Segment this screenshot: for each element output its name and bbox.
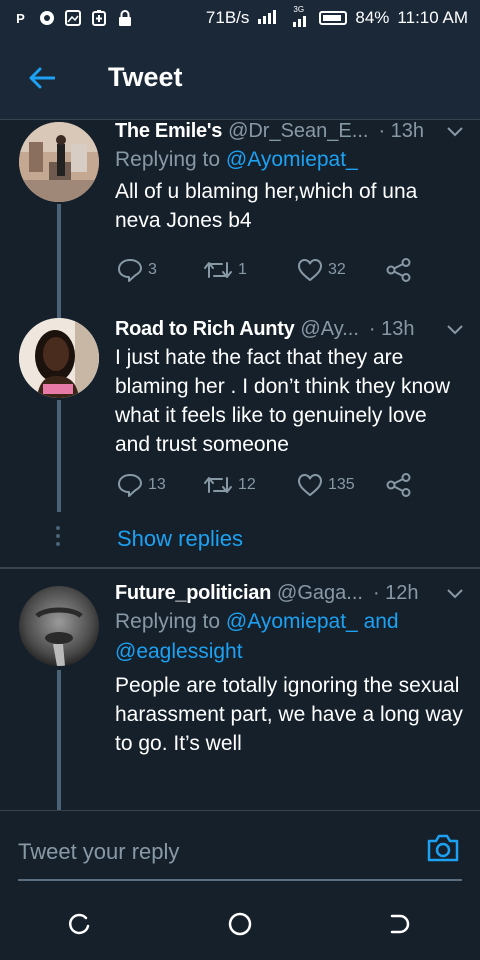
thread-line (57, 670, 61, 810)
like-button[interactable]: 32 (297, 258, 346, 282)
like-count: 32 (328, 261, 346, 278)
camera-icon (427, 834, 459, 862)
share-button[interactable] (386, 258, 412, 282)
share-button[interactable] (386, 473, 412, 497)
page-title: Tweet (108, 62, 183, 92)
share-icon (386, 258, 411, 282)
tweet-actions: 3 1 32 (115, 255, 435, 285)
display-name[interactable]: Road to Rich Aunty (115, 318, 295, 341)
reply-feed[interactable]: The Emile's @Dr_Sean_E... · 13h Replying… (0, 120, 480, 810)
chevron-down-icon[interactable] (436, 588, 464, 600)
home-button[interactable] (220, 904, 260, 944)
show-replies-link[interactable]: Show replies (117, 526, 243, 552)
retweet-icon (204, 262, 232, 278)
retweet-count: 1 (238, 261, 247, 278)
tweet-content: Road to Rich Aunty @Ay... · 13h I just h… (115, 318, 464, 459)
battery-icon (319, 11, 348, 25)
timestamp: · 13h (378, 120, 425, 142)
reply-count: 3 (148, 261, 157, 278)
app-header: Tweet (0, 36, 480, 120)
chevron-down-icon[interactable] (436, 324, 464, 336)
comment-icon (118, 474, 142, 497)
network-speed: 71B/s (205, 8, 250, 27)
timestamp: · 13h (368, 318, 415, 340)
mention-link[interactable]: @Ayomiepat_ (226, 148, 358, 171)
chrome-icon (38, 10, 55, 27)
reply-composer: Tweet your reply (0, 810, 480, 888)
chevron-down-icon[interactable] (436, 126, 464, 138)
ellipsis-vertical-icon (56, 526, 62, 550)
avatar[interactable] (19, 318, 99, 398)
recent-apps-button[interactable] (60, 904, 100, 944)
replying-to: Replying to @Ayomiepat_ and @eaglessight (115, 610, 399, 663)
tweet-actions: 13 12 135 (115, 470, 435, 500)
arrow-left-icon (29, 67, 55, 88)
share-icon (386, 473, 411, 497)
battery-saver-icon (90, 10, 107, 27)
reply-button[interactable]: 3 (117, 258, 157, 282)
tweet-text: All of u blaming her,which of una neva J… (115, 180, 418, 232)
like-button[interactable]: 135 (297, 473, 355, 497)
retweet-button[interactable]: 12 (203, 474, 256, 496)
divider (0, 567, 480, 569)
image-icon (64, 10, 81, 27)
reply-input[interactable]: Tweet your reply (18, 839, 179, 865)
user-handle[interactable]: @Ay... (300, 318, 358, 341)
retweet-button[interactable]: 1 (203, 259, 247, 281)
notification-p-icon: P (16, 10, 25, 26)
tweet-text: I just hate the fact that they are blami… (115, 346, 451, 456)
tweet-content: The Emile's @Dr_Sean_E... · 13h Replying… (115, 120, 464, 235)
back-nav-button[interactable] (380, 904, 420, 944)
user-handle[interactable]: @Dr_Sean_E... (228, 120, 368, 143)
recent-apps-icon (68, 913, 90, 935)
heart-icon (298, 474, 322, 496)
home-circle-icon (228, 912, 252, 936)
user-handle[interactable]: @Gaga... (277, 582, 363, 605)
replying-to: Replying to @Ayomiepat_ (115, 148, 358, 171)
display-name[interactable]: The Emile's (115, 120, 222, 143)
reply-input-underline (18, 879, 462, 881)
system-nav-bar (0, 888, 480, 960)
battery-percent: 84% (355, 8, 390, 27)
display-name[interactable]: Future_politician (115, 582, 271, 605)
retweet-icon (204, 477, 232, 493)
tweet-content: Future_politician @Gaga... · 12h Replyin… (115, 582, 464, 758)
camera-button[interactable] (426, 833, 460, 867)
signal-3g-icon: 3G (291, 5, 311, 27)
thread-line (57, 204, 61, 324)
clock: 11:10 AM (397, 8, 468, 27)
avatar[interactable] (19, 586, 99, 666)
like-count: 135 (328, 476, 355, 493)
avatar[interactable] (19, 122, 99, 202)
heart-icon (298, 259, 322, 281)
timestamp: · 12h (372, 582, 419, 604)
status-bar: P 71B/s 3G 84% 11:10 AM (0, 0, 480, 36)
lock-icon (116, 10, 133, 27)
back-button[interactable] (0, 36, 84, 120)
tweet-text: People are totally ignoring the sexual h… (115, 674, 463, 755)
thread-line (57, 400, 61, 512)
comment-icon (118, 259, 142, 282)
retweet-count: 12 (238, 476, 256, 493)
show-replies-row[interactable]: Show replies (0, 512, 480, 568)
back-nav-icon (390, 914, 410, 934)
signal-icon (257, 8, 283, 29)
reply-button[interactable]: 13 (117, 473, 166, 497)
reply-count: 13 (148, 476, 166, 493)
